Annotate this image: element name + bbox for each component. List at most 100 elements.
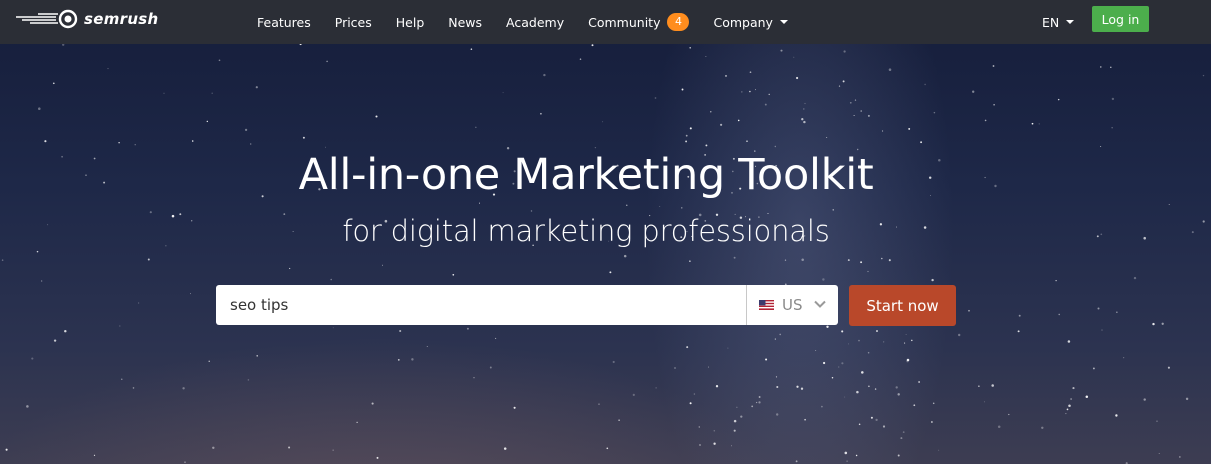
star xyxy=(858,339,860,342)
nav-company-dropdown[interactable]: Company xyxy=(713,15,788,30)
star xyxy=(184,461,186,463)
start-now-button[interactable]: Start now xyxy=(849,285,956,326)
star xyxy=(913,404,916,407)
star xyxy=(1185,397,1189,401)
star xyxy=(1008,413,1010,416)
star xyxy=(740,415,743,418)
nav-news[interactable]: News xyxy=(448,15,482,30)
star xyxy=(623,254,627,258)
star xyxy=(654,97,657,99)
star xyxy=(1041,426,1044,429)
star xyxy=(693,393,696,395)
search-input[interactable] xyxy=(216,285,746,325)
star xyxy=(793,56,795,58)
star xyxy=(900,437,903,440)
star xyxy=(720,123,723,126)
star xyxy=(755,401,758,404)
nav-help[interactable]: Help xyxy=(396,15,425,30)
star xyxy=(867,114,870,117)
star xyxy=(609,271,612,274)
star xyxy=(466,327,469,330)
star xyxy=(1152,322,1155,326)
semrush-logo-icon xyxy=(16,9,78,29)
star xyxy=(52,82,55,85)
star xyxy=(1101,329,1103,331)
star xyxy=(1202,220,1205,223)
main-nav: Features Prices Help News Academy Commun… xyxy=(245,0,800,44)
star xyxy=(591,44,594,47)
star xyxy=(733,256,736,259)
language-label: EN xyxy=(1042,14,1060,30)
star xyxy=(844,451,848,455)
language-selector[interactable]: EN xyxy=(1042,0,1075,44)
star xyxy=(1110,66,1112,69)
semrush-logo[interactable]: semrush xyxy=(16,9,159,29)
star xyxy=(612,360,615,364)
star xyxy=(1031,122,1034,125)
star xyxy=(815,350,817,352)
star xyxy=(212,446,215,450)
star xyxy=(822,361,826,365)
star xyxy=(804,418,806,421)
nav-academy-label: Academy xyxy=(506,14,565,30)
nav-academy[interactable]: Academy xyxy=(506,15,564,30)
star xyxy=(452,273,455,276)
page: semrush Features Prices Help News Academ… xyxy=(0,0,1211,464)
star xyxy=(1018,314,1021,317)
nav-prices-label: Prices xyxy=(334,14,372,30)
caret-down-icon xyxy=(1066,20,1075,24)
star xyxy=(867,351,870,354)
star xyxy=(841,362,844,365)
top-navigation-bar: semrush Features Prices Help News Academ… xyxy=(0,0,1211,44)
star xyxy=(764,103,767,106)
search-form: US xyxy=(216,285,838,325)
star xyxy=(376,456,379,459)
caret-down-icon xyxy=(779,20,788,24)
star xyxy=(826,325,829,328)
star xyxy=(1057,98,1060,101)
star xyxy=(758,396,761,398)
star xyxy=(1111,97,1115,101)
login-button[interactable]: Log in xyxy=(1092,6,1149,32)
star xyxy=(826,137,828,139)
star xyxy=(489,366,492,369)
star xyxy=(924,83,926,86)
star xyxy=(399,329,402,333)
star xyxy=(598,403,600,405)
star xyxy=(686,346,689,349)
star xyxy=(119,325,121,327)
nav-community[interactable]: Community 4 xyxy=(588,13,690,31)
star xyxy=(503,447,507,450)
star xyxy=(895,386,898,389)
star xyxy=(705,56,707,57)
star xyxy=(804,102,806,105)
star xyxy=(844,396,846,398)
star xyxy=(776,385,779,389)
star xyxy=(41,280,43,282)
star xyxy=(699,444,701,446)
star xyxy=(930,421,933,423)
nav-features[interactable]: Features xyxy=(257,15,311,30)
star xyxy=(332,449,334,451)
star xyxy=(1070,398,1072,400)
star xyxy=(733,419,737,423)
star xyxy=(803,108,805,110)
database-select[interactable]: US xyxy=(747,285,838,325)
star xyxy=(993,103,995,106)
star xyxy=(846,460,848,462)
star xyxy=(121,378,123,380)
star xyxy=(938,449,940,451)
star xyxy=(1092,367,1095,370)
star xyxy=(882,130,884,132)
star xyxy=(749,90,751,93)
star xyxy=(325,146,326,148)
star xyxy=(1167,366,1170,369)
star xyxy=(513,406,516,409)
star xyxy=(218,59,221,62)
star xyxy=(751,405,754,408)
star xyxy=(1017,330,1020,333)
star xyxy=(618,419,620,421)
star xyxy=(1191,231,1194,234)
nav-prices[interactable]: Prices xyxy=(335,15,372,30)
star xyxy=(838,85,841,87)
